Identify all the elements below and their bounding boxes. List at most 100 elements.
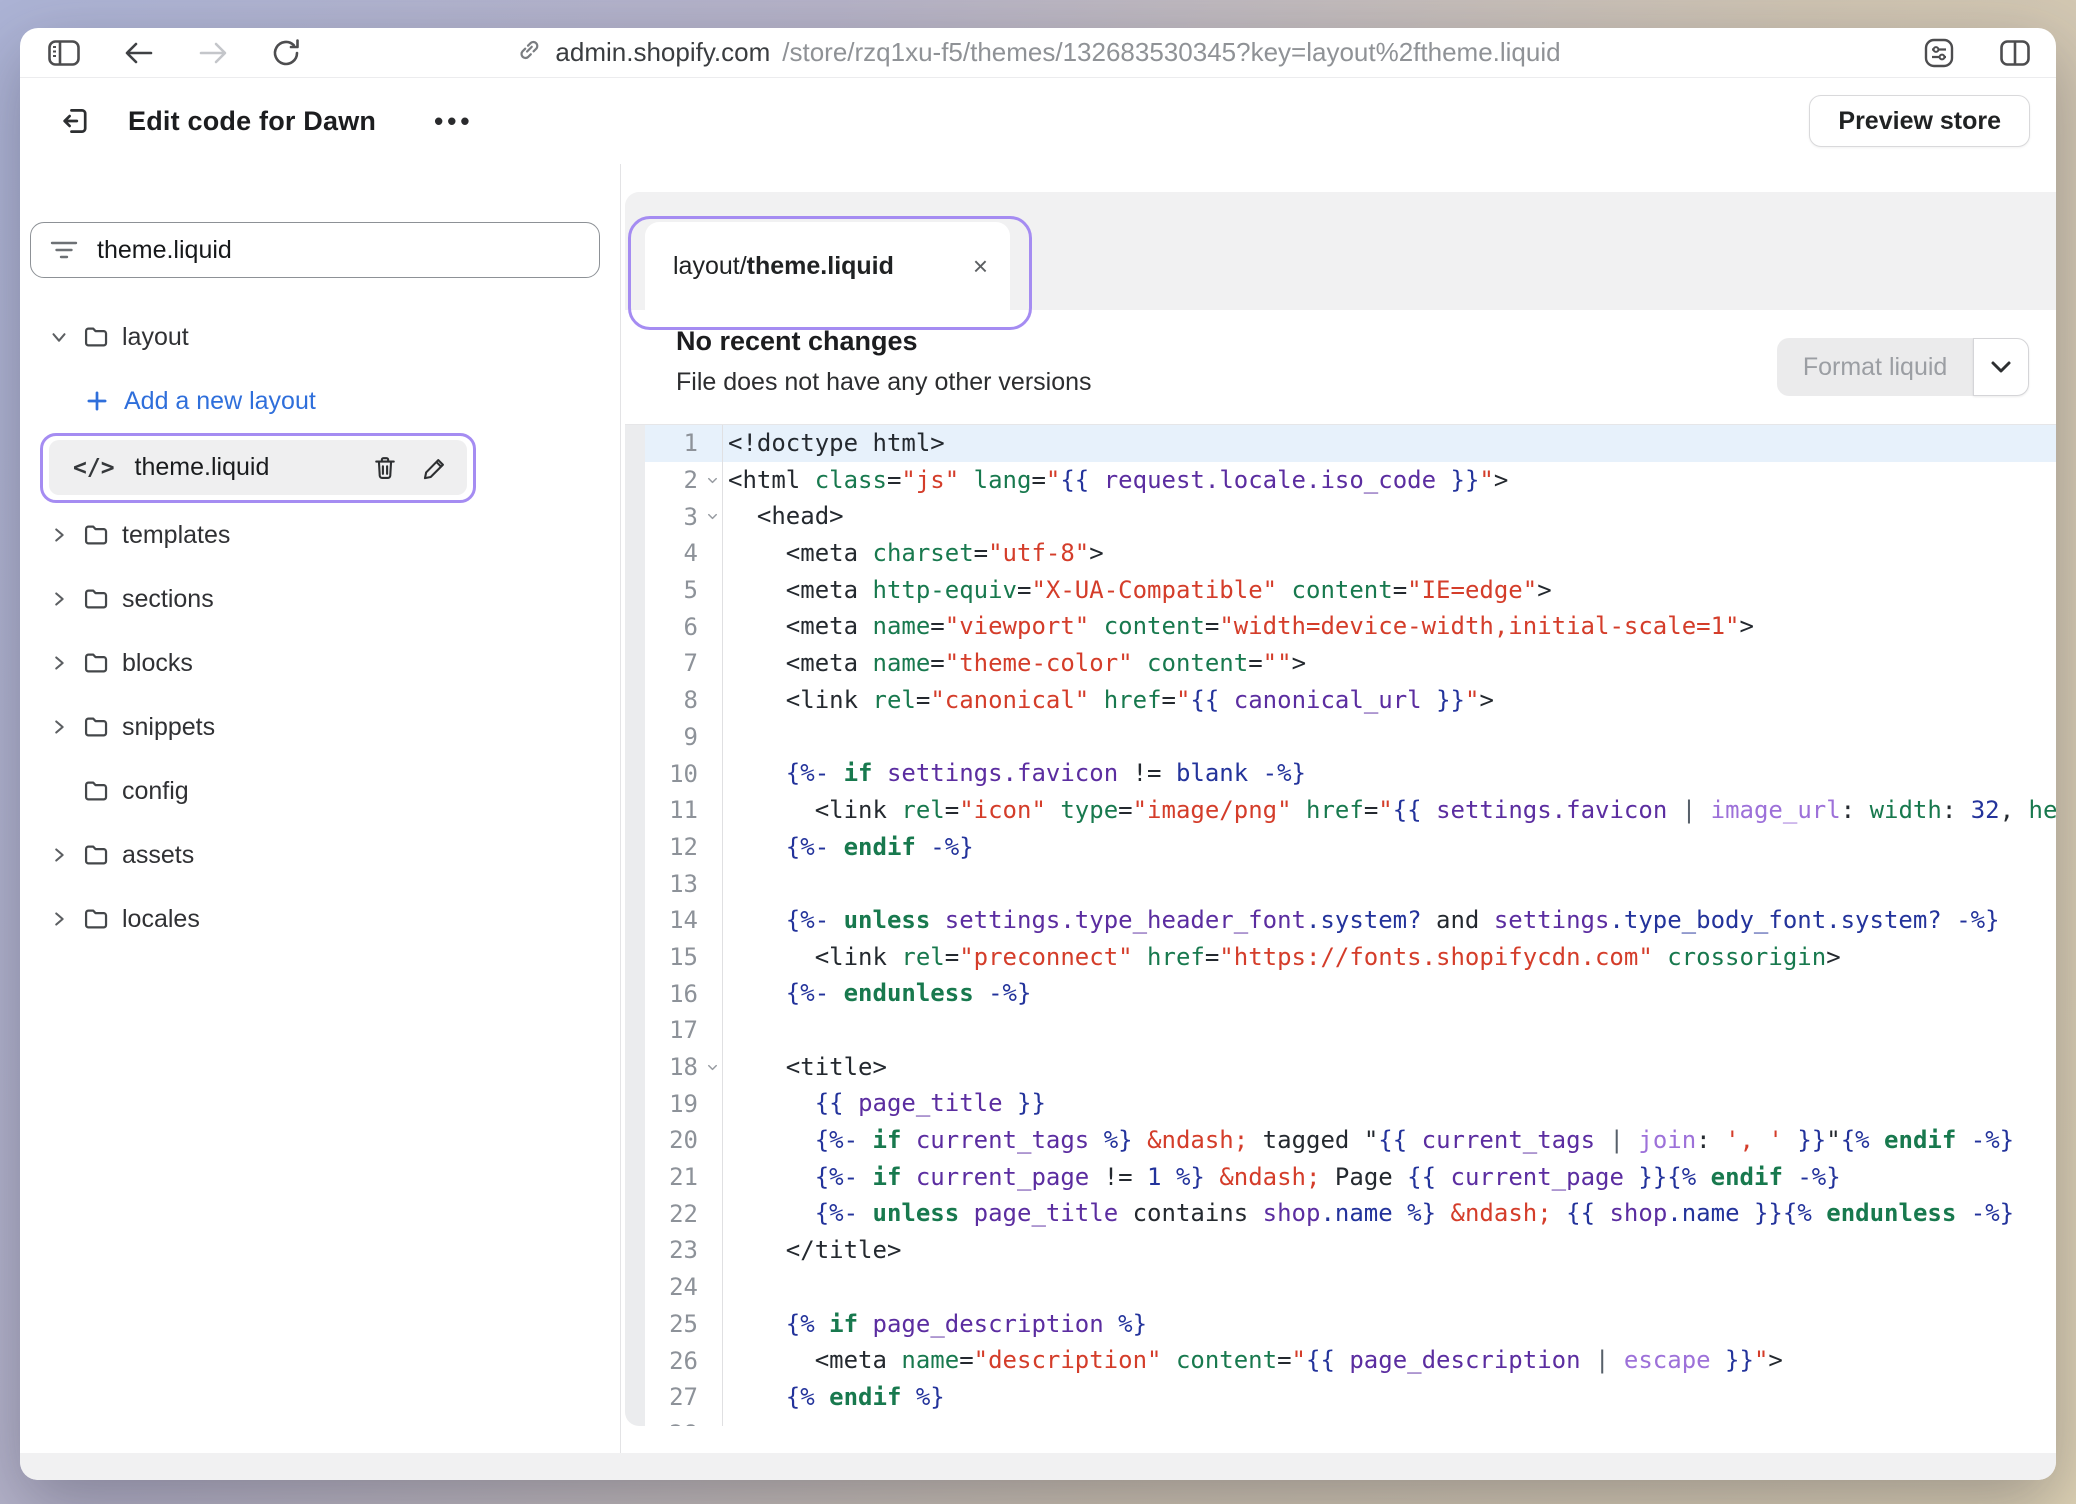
line-number-7: 7 <box>645 645 722 682</box>
line-number-21: 21 <box>645 1159 722 1196</box>
chevron-right-icon[interactable] <box>48 588 82 610</box>
code-line-12[interactable]: {%- endif -%} <box>723 829 2056 866</box>
version-title: No recent changes <box>676 326 918 357</box>
folder-label: templates <box>122 521 230 550</box>
code-line-9[interactable] <box>723 719 2056 756</box>
code-line-20[interactable]: {%- if current_tags %} &ndash; tagged "{… <box>723 1122 2056 1159</box>
line-number-9: 9 <box>645 719 722 756</box>
tab-bar: layout/theme.liquid × <box>625 192 2056 310</box>
tab-theme-liquid[interactable]: layout/theme.liquid × <box>645 222 1010 310</box>
code-line-23[interactable]: </title> <box>723 1232 2056 1269</box>
code-line-10[interactable]: {%- if settings.favicon != blank -%} <box>723 755 2056 792</box>
code-line-11[interactable]: <link rel="icon" type="image/png" href="… <box>723 792 2056 829</box>
fold-chevron-icon[interactable] <box>702 509 722 524</box>
code-line-7[interactable]: <meta name="theme-color" content=""> <box>723 645 2056 682</box>
folder-icon <box>82 905 122 933</box>
code-line-6[interactable]: <meta name="viewport" content="width=dev… <box>723 608 2056 645</box>
line-number-1: 1 <box>645 425 722 462</box>
tab-dir-label: layout/ <box>673 252 747 281</box>
sidebar-toggle-icon[interactable] <box>48 40 80 66</box>
tree-item-sections[interactable]: sections <box>20 567 620 631</box>
file-tree: layout Add a new layout </>theme.liquid tem… <box>20 305 620 951</box>
refresh-icon[interactable] <box>272 38 300 68</box>
file-search[interactable] <box>30 222 600 278</box>
code-line-5[interactable]: <meta http-equiv="X-UA-Compatible" conte… <box>723 572 2056 609</box>
trash-icon[interactable] <box>371 454 399 482</box>
folder-icon <box>82 323 122 351</box>
tree-item-add-a-new-layout[interactable]: Add a new layout <box>20 369 620 433</box>
back-icon[interactable] <box>124 40 154 66</box>
code-line-22[interactable]: {%- unless page_title contains shop.name… <box>723 1195 2056 1232</box>
line-number-6: 6 <box>645 608 722 645</box>
page-title: Edit code for Dawn <box>128 106 376 137</box>
line-number-gutter: 1234567891011121314151617181920212223242… <box>645 425 723 1426</box>
code-line-19[interactable]: {{ page_title }} <box>723 1085 2056 1122</box>
code-line-3[interactable]: <head> <box>723 498 2056 535</box>
edit-icon[interactable] <box>421 454 449 482</box>
code-line-14[interactable]: {%- unless settings.type_header_font.sys… <box>723 902 2056 939</box>
fold-chevron-icon[interactable] <box>702 1060 722 1075</box>
code-lines[interactable]: <!doctype html><html class="js" lang="{{… <box>723 425 2056 1426</box>
chevron-right-icon[interactable] <box>48 844 82 866</box>
chevron-right-icon[interactable] <box>48 908 82 930</box>
format-liquid-button[interactable]: Format liquid <box>1777 338 1974 396</box>
filter-icon <box>49 238 79 262</box>
tree-item-locales[interactable]: locales <box>20 887 620 951</box>
search-input[interactable] <box>95 235 575 266</box>
overflow-menu-icon[interactable]: ••• <box>434 106 473 137</box>
code-line-24[interactable] <box>723 1269 2056 1306</box>
code-line-27[interactable]: {% endif %} <box>723 1379 2056 1416</box>
code-line-18[interactable]: <title> <box>723 1049 2056 1086</box>
code-line-16[interactable]: {%- endunless -%} <box>723 975 2056 1012</box>
folder-label: config <box>122 777 189 806</box>
tree-item-config[interactable]: config <box>20 759 620 823</box>
tree-item-snippets[interactable]: snippets <box>20 695 620 759</box>
chevron-right-icon[interactable] <box>48 524 82 546</box>
line-number-28: 28 <box>645 1416 722 1426</box>
split-view-icon[interactable] <box>2000 40 2030 66</box>
code-line-4[interactable]: <meta charset="utf-8"> <box>723 535 2056 572</box>
line-number-18: 18 <box>645 1049 722 1086</box>
line-number-3: 3 <box>645 498 722 535</box>
code-line-2[interactable]: <html class="js" lang="{{ request.locale… <box>723 462 2056 499</box>
tree-item-blocks[interactable]: blocks <box>20 631 620 695</box>
code-line-1[interactable]: <!doctype html> <box>723 425 2056 462</box>
line-number-13: 13 <box>645 865 722 902</box>
tab-file-label: theme.liquid <box>747 252 894 281</box>
chevron-down-icon[interactable] <box>48 326 82 348</box>
tree-item-assets[interactable]: assets <box>20 823 620 887</box>
chevron-down-icon[interactable] <box>1973 338 2029 396</box>
code-line-13[interactable] <box>723 865 2056 902</box>
code-editor[interactable]: 1234567891011121314151617181920212223242… <box>625 425 2056 1426</box>
code-line-17[interactable] <box>723 1012 2056 1049</box>
code-line-8[interactable]: <link rel="canonical" href="{{ canonical… <box>723 682 2056 719</box>
folder-label: assets <box>122 841 194 870</box>
tree-item-layout[interactable]: layout <box>20 305 620 369</box>
code-line-26[interactable]: <meta name="description" content="{{ pag… <box>723 1342 2056 1379</box>
window-bottom-band <box>20 1453 2056 1480</box>
line-number-22: 22 <box>645 1195 722 1232</box>
code-line-15[interactable]: <link rel="preconnect" href="https://fon… <box>723 939 2056 976</box>
code-line-25[interactable]: {% if page_description %} <box>723 1306 2056 1343</box>
code-line-21[interactable]: {%- if current_page != 1 %} &ndash; Page… <box>723 1159 2056 1196</box>
tree-item-theme.liquid[interactable]: </>theme.liquid <box>49 440 467 495</box>
tree-item-templates[interactable]: templates <box>20 503 620 567</box>
chevron-right-icon[interactable] <box>48 716 82 738</box>
browser-settings-icon[interactable] <box>1924 38 1954 68</box>
forward-icon[interactable] <box>198 40 228 66</box>
version-subtitle: File does not have any other versions <box>676 368 1092 397</box>
exit-icon[interactable] <box>58 104 92 138</box>
line-number-15: 15 <box>645 939 722 976</box>
folder-icon <box>82 649 122 677</box>
fold-chevron-icon[interactable] <box>702 473 722 488</box>
line-number-14: 14 <box>645 902 722 939</box>
code-line-28[interactable] <box>723 1416 2056 1426</box>
chevron-right-icon[interactable] <box>48 652 82 674</box>
address-bar[interactable]: admin.shopify.com/store/rzq1xu-f5/themes… <box>515 28 1560 77</box>
folder-icon <box>82 713 122 741</box>
editor-card: No recent changes File does not have any… <box>625 310 2056 1426</box>
folder-label: layout <box>122 323 189 352</box>
code-file-icon: </> <box>73 455 115 481</box>
preview-store-button[interactable]: Preview store <box>1809 95 2030 147</box>
close-icon[interactable]: × <box>973 251 988 282</box>
